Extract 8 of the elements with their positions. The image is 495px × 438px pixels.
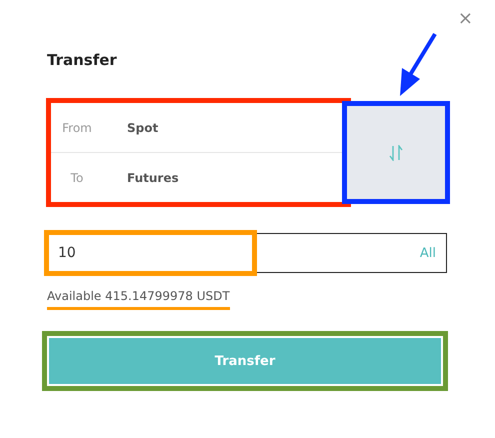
swap-arrows-icon bbox=[389, 144, 403, 160]
account-value[interactable]: Futures bbox=[127, 170, 179, 184]
close-button[interactable]: × bbox=[458, 8, 473, 29]
available-balance: Available 415.14799978 USDT bbox=[47, 289, 230, 303]
account-label: From bbox=[61, 120, 93, 134]
account-label: To bbox=[70, 170, 84, 184]
dialog-title: Transfer bbox=[47, 50, 118, 71]
account-value[interactable]: Spot bbox=[127, 120, 158, 134]
